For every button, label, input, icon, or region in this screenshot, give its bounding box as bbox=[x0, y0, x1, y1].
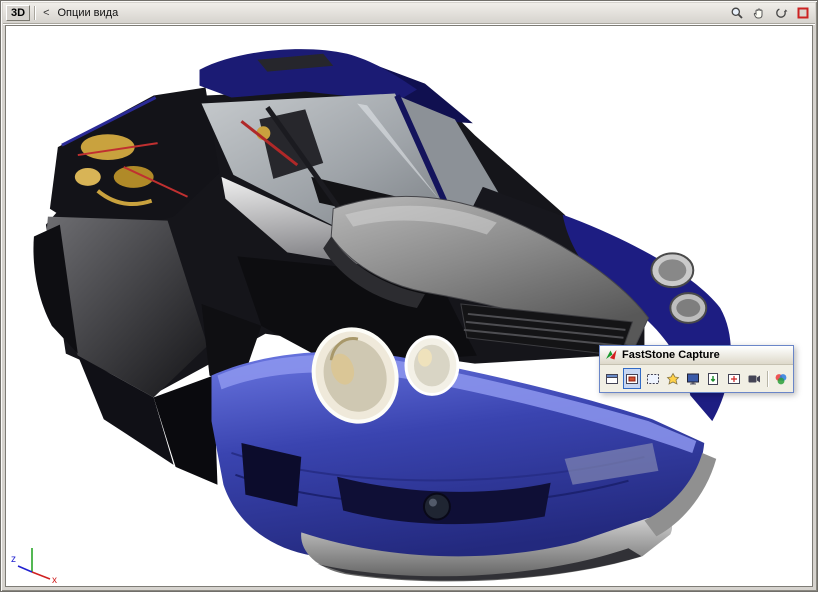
capture-fixed-region-icon[interactable] bbox=[724, 368, 742, 389]
faststone-separator bbox=[767, 371, 768, 387]
zoom-icon[interactable] bbox=[728, 5, 746, 22]
settings-icon[interactable] bbox=[772, 368, 790, 389]
top-toolbar: 3D < Опции вида bbox=[3, 3, 815, 24]
pan-hand-icon[interactable] bbox=[750, 5, 768, 22]
faststone-logo-icon bbox=[604, 348, 618, 362]
capture-rectangle-icon[interactable] bbox=[643, 368, 661, 389]
red-frame-icon[interactable] bbox=[794, 5, 812, 22]
axis-x-line bbox=[32, 572, 50, 579]
screen-recorder-icon[interactable] bbox=[745, 368, 763, 389]
axis-gizmo: z x bbox=[10, 540, 62, 584]
3d-mode-button[interactable]: 3D bbox=[6, 5, 30, 21]
capture-fullscreen-icon[interactable] bbox=[684, 368, 702, 389]
faststone-capture-panel[interactable]: FastStone Capture bbox=[599, 345, 794, 393]
faststone-button-row bbox=[600, 365, 793, 392]
capture-window-object-icon[interactable] bbox=[623, 368, 641, 389]
back-button[interactable]: < bbox=[39, 6, 53, 21]
3d-viewport[interactable]: z x FastStone Capture bbox=[5, 25, 813, 587]
capture-freehand-icon[interactable] bbox=[664, 368, 682, 389]
axis-z-label: z bbox=[11, 554, 16, 565]
toolbar-title: Опции вида bbox=[58, 7, 119, 19]
capture-active-window-icon[interactable] bbox=[603, 368, 621, 389]
orbit-icon[interactable] bbox=[772, 5, 790, 22]
faststone-titlebar[interactable]: FastStone Capture bbox=[600, 346, 793, 365]
app-window: 3D < Опции вида bbox=[0, 0, 818, 592]
axis-z-line bbox=[18, 566, 32, 572]
toolbar-separator bbox=[34, 6, 35, 20]
faststone-title: FastStone Capture bbox=[622, 349, 720, 361]
car-3d-model bbox=[6, 26, 812, 586]
axis-x-label: x bbox=[52, 575, 57, 584]
capture-scrolling-icon[interactable] bbox=[704, 368, 722, 389]
